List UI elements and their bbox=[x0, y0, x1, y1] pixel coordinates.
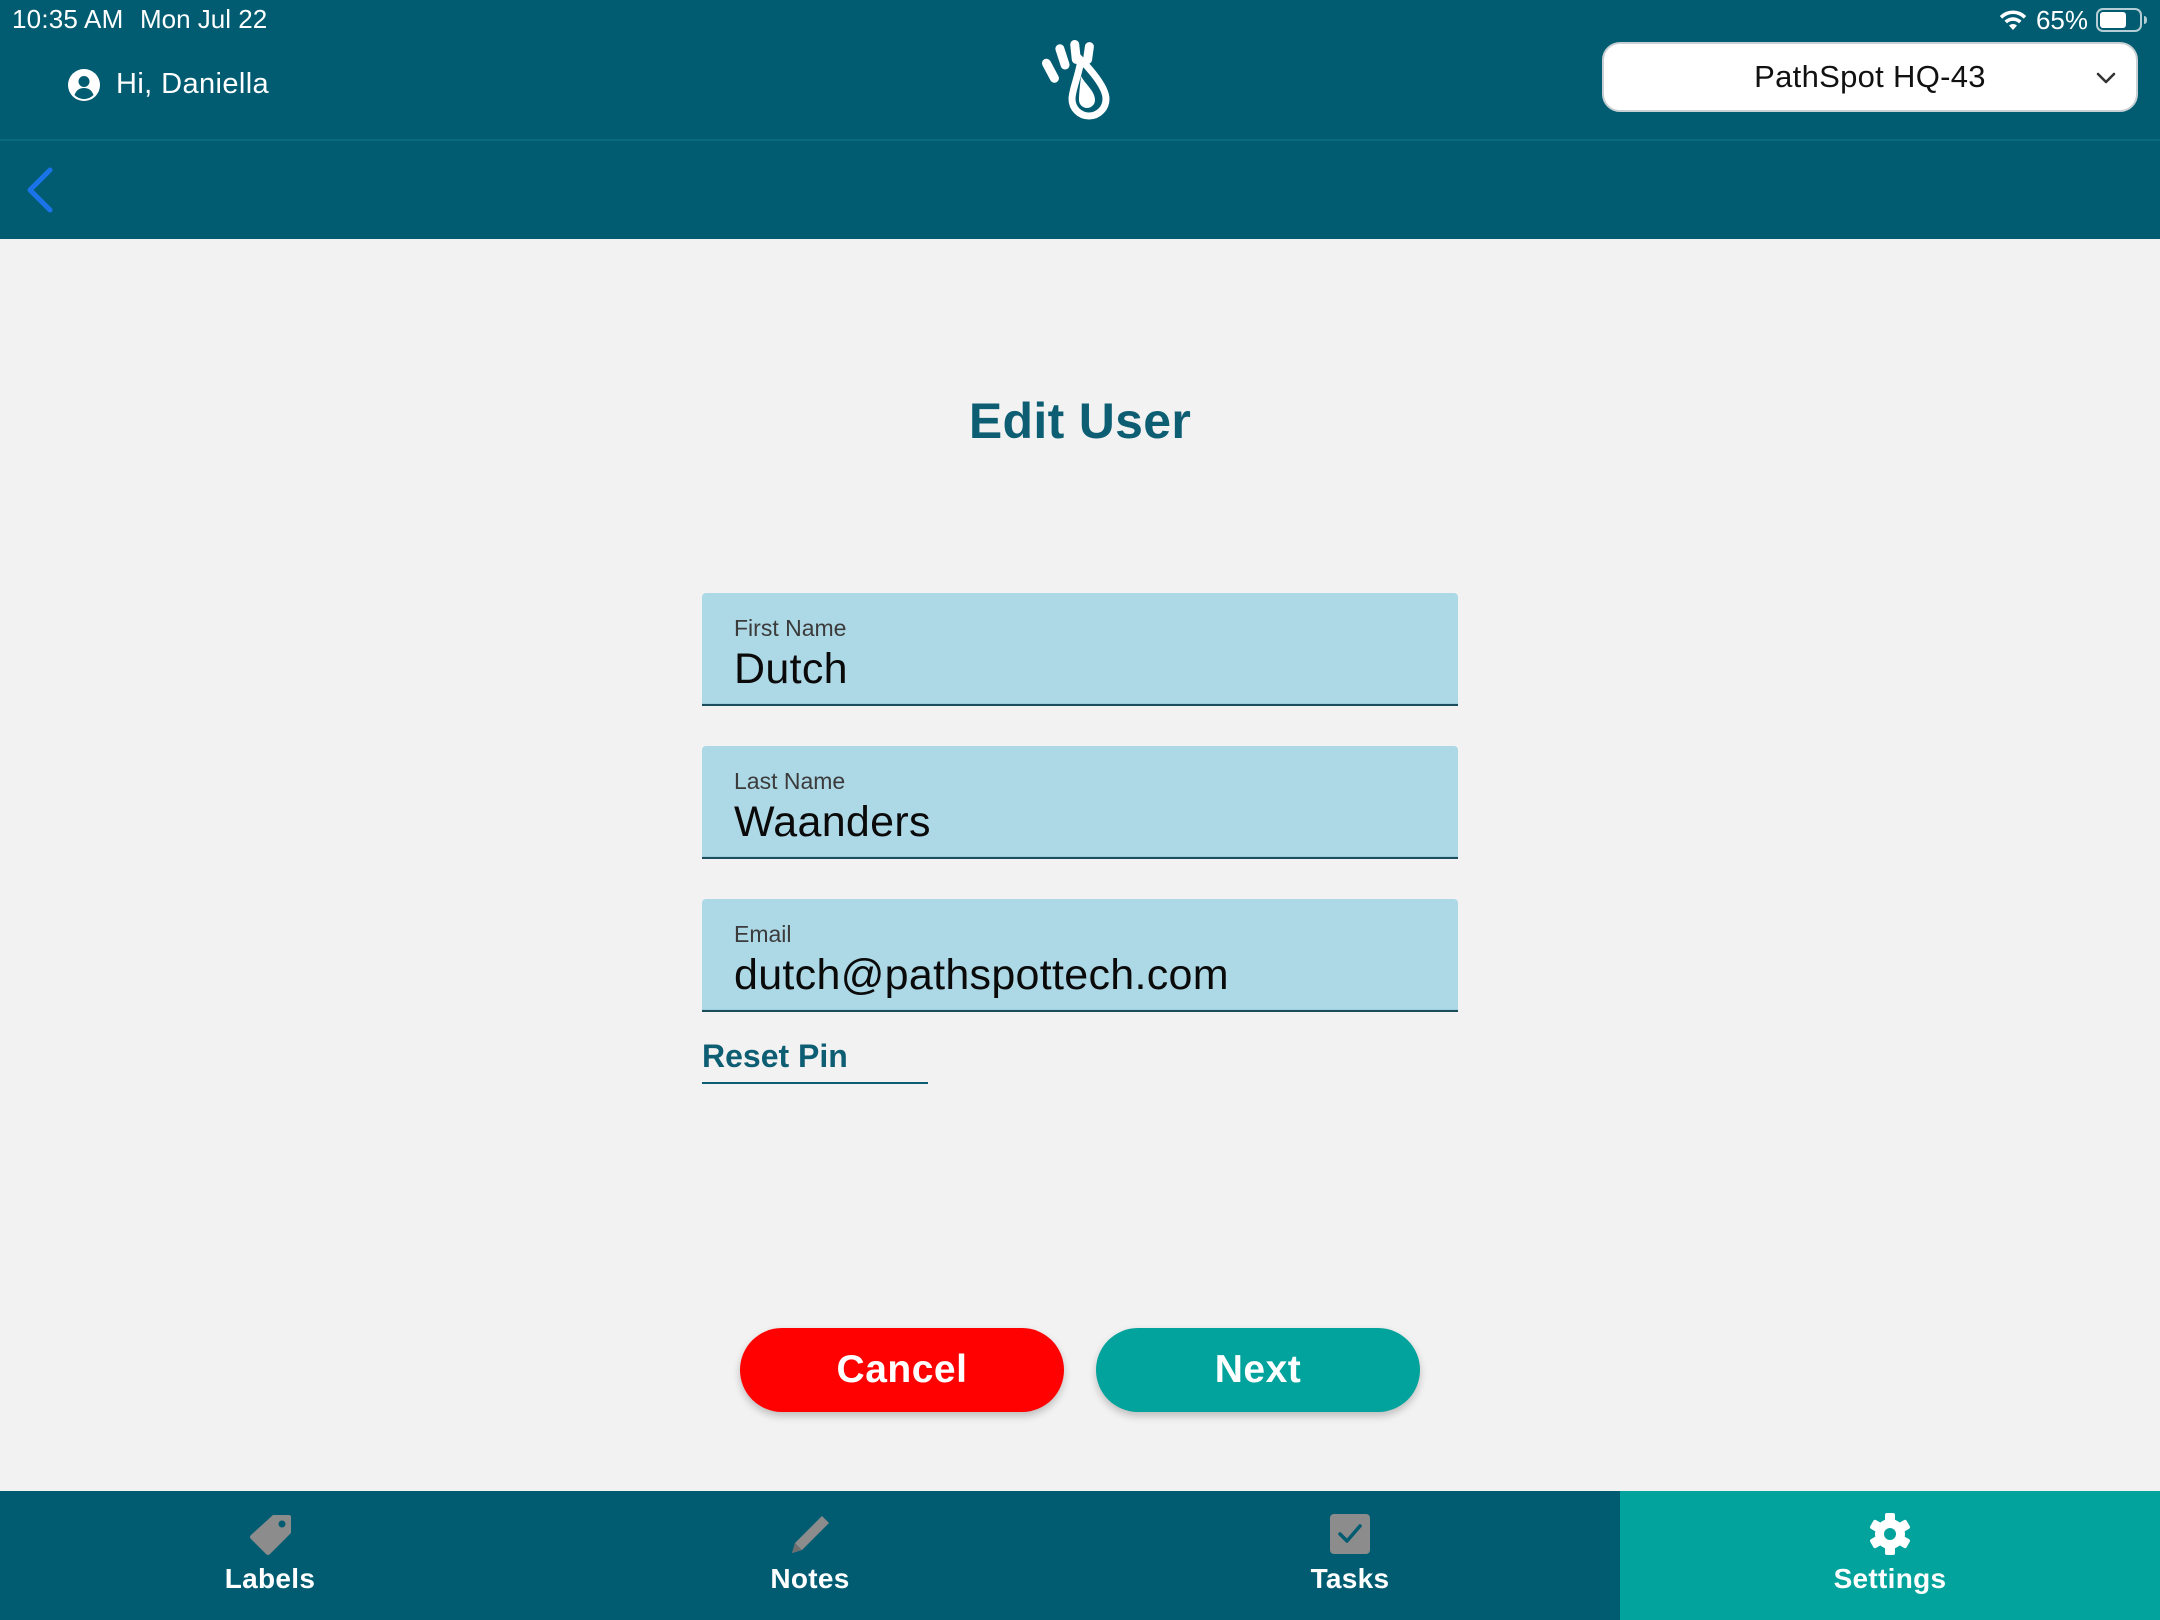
user-avatar-icon bbox=[68, 68, 100, 101]
back-button[interactable] bbox=[22, 164, 58, 216]
wifi-icon bbox=[1999, 10, 2027, 30]
status-date: Mon Jul 22 bbox=[140, 4, 268, 34]
last-name-label: Last Name bbox=[734, 768, 846, 794]
tab-settings[interactable]: Settings bbox=[1620, 1491, 2160, 1620]
greeting-text: Hi, Daniella bbox=[116, 68, 270, 100]
header-divider bbox=[0, 139, 2160, 141]
tab-tasks[interactable]: Tasks bbox=[1080, 1491, 1620, 1620]
tab-labels-label: Labels bbox=[224, 1563, 316, 1594]
checkbox-icon bbox=[1330, 1514, 1370, 1554]
tab-notes[interactable]: Notes bbox=[540, 1491, 1080, 1620]
pencil-icon bbox=[792, 1516, 829, 1553]
status-indicators: 65% bbox=[1998, 2, 2148, 38]
tab-settings-label: Settings bbox=[1833, 1563, 1947, 1594]
bottom-tab-bar: Labels Notes Tasks Settings bbox=[0, 1491, 2160, 1620]
location-select[interactable]: PathSpot HQ-43 bbox=[1602, 42, 2138, 112]
first-name-label: First Name bbox=[734, 615, 847, 641]
battery-percent: 65% bbox=[2035, 4, 2088, 35]
email-value: dutch@pathspottech.com bbox=[734, 951, 1229, 999]
location-label: PathSpot HQ-43 bbox=[1754, 59, 1986, 94]
reset-pin-link[interactable]: Reset Pin bbox=[702, 1038, 928, 1084]
status-time: 10:35 AM bbox=[12, 4, 124, 34]
chevron-down-icon bbox=[2096, 72, 2116, 84]
email-field[interactable]: Email dutch@pathspottech.com bbox=[702, 899, 1458, 1012]
user-greeting: Hi, Daniella bbox=[68, 68, 269, 101]
first-name-field[interactable]: First Name Dutch bbox=[702, 593, 1458, 706]
next-button[interactable]: Next bbox=[1096, 1328, 1420, 1412]
tab-labels[interactable]: Labels bbox=[0, 1491, 540, 1620]
top-bar: 10:35 AM Mon Jul 22 65% Hi, Daniella Pat… bbox=[0, 0, 2160, 239]
email-label: Email bbox=[734, 921, 792, 947]
chevron-left-icon bbox=[27, 167, 53, 213]
last-name-field[interactable]: Last Name Waanders bbox=[702, 746, 1458, 859]
tab-notes-label: Notes bbox=[770, 1563, 850, 1594]
battery-icon bbox=[2096, 8, 2147, 32]
last-name-value: Waanders bbox=[734, 798, 931, 846]
tab-tasks-label: Tasks bbox=[1310, 1563, 1390, 1594]
tag-icon bbox=[250, 1515, 291, 1555]
page-title: Edit User bbox=[968, 393, 1192, 449]
cancel-button[interactable]: Cancel bbox=[740, 1328, 1064, 1412]
first-name-value: Dutch bbox=[734, 645, 848, 693]
gear-icon bbox=[1870, 1513, 1910, 1555]
pathspot-logo-icon bbox=[1041, 39, 1110, 120]
